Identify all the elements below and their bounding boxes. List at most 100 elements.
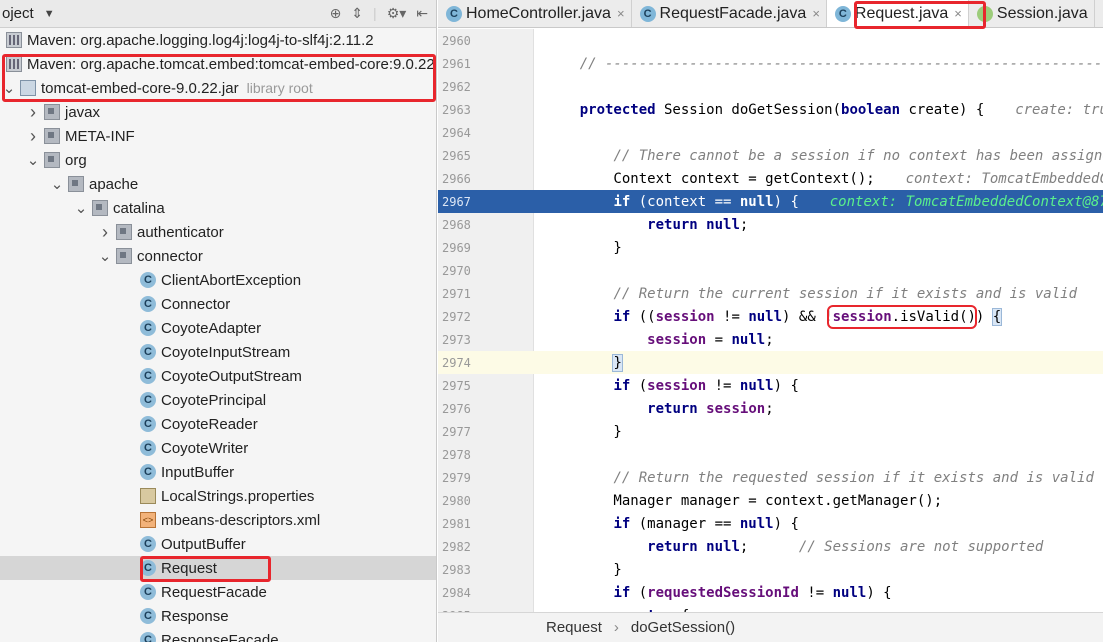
line-number[interactable]: 2984	[438, 586, 500, 600]
code-line[interactable]: 2983 }	[438, 558, 1103, 581]
code-line[interactable]: 2973 session = null;	[438, 328, 1103, 351]
chevron-down-icon[interactable]: ▼	[44, 8, 55, 20]
tree-item[interactable]: C Request	[0, 556, 436, 580]
chevron-right-icon[interactable]: ›	[26, 126, 40, 147]
line-number[interactable]: 2976	[438, 402, 500, 416]
line-number[interactable]: 2981	[438, 517, 500, 531]
close-icon[interactable]: ×	[617, 6, 625, 21]
tree-item[interactable]: C CoyotePrincipal	[0, 388, 436, 412]
editor-tab[interactable]: C HomeController.java ×	[438, 0, 632, 27]
line-number[interactable]: 2972	[438, 310, 500, 324]
line-number[interactable]: 2967	[438, 195, 500, 209]
code-line[interactable]: 2970	[438, 259, 1103, 282]
tree-item[interactable]: › authenticator	[0, 220, 436, 244]
code-line[interactable]: 2979 // Return the requested session if …	[438, 466, 1103, 489]
collapse-all-icon[interactable]: ⇕	[351, 5, 363, 22]
line-number[interactable]: 2975	[438, 379, 500, 393]
close-icon[interactable]: ×	[812, 6, 820, 21]
code-line[interactable]: 2981 if (manager == null) {	[438, 512, 1103, 535]
code-line[interactable]: 2963 protected Session doGetSession(bool…	[438, 98, 1103, 121]
tree-item[interactable]: ⌄ org	[0, 148, 436, 172]
line-number[interactable]: 2965	[438, 149, 500, 163]
tree-item[interactable]: C CoyoteInputStream	[0, 340, 436, 364]
code-line[interactable]: 2960	[438, 29, 1103, 52]
tree-item[interactable]: › META-INF	[0, 124, 436, 148]
chevron-right-icon[interactable]: ›	[98, 222, 112, 243]
tree-item[interactable]: C ResponseFacade	[0, 628, 436, 642]
tree-item[interactable]: ⌄ catalina	[0, 196, 436, 220]
tree-item[interactable]: ⌄ tomcat-embed-core-9.0.22.jar library roo…	[0, 76, 436, 100]
tree-item[interactable]: Maven: org.apache.tomcat.embed:tomcat-em…	[0, 52, 436, 76]
editor-tab[interactable]: C Request.java ×	[826, 0, 969, 27]
line-number[interactable]: 2962	[438, 80, 500, 94]
project-title[interactable]: oject	[2, 5, 34, 22]
editor-tab[interactable]: C RequestFacade.java ×	[632, 0, 827, 27]
line-number[interactable]: 2961	[438, 57, 500, 71]
code-line[interactable]: 2967 if (context == null) { context: Tom…	[438, 190, 1103, 213]
code-view[interactable]: 2960 2961 // ----------------------------…	[438, 29, 1103, 612]
tree-item[interactable]: LocalStrings.properties	[0, 484, 436, 508]
tree-item[interactable]: C Connector	[0, 292, 436, 316]
line-number[interactable]: 2974	[438, 356, 500, 370]
tree-item[interactable]: C CoyoteAdapter	[0, 316, 436, 340]
code-line[interactable]: 2974 }	[438, 351, 1103, 374]
code-line[interactable]: 2961 // --------------------------------…	[438, 52, 1103, 75]
breadcrumb-method[interactable]: doGetSession()	[631, 619, 735, 636]
line-number[interactable]: 2966	[438, 172, 500, 186]
line-number[interactable]: 2964	[438, 126, 500, 140]
tree-item[interactable]: C ClientAbortException	[0, 268, 436, 292]
line-number[interactable]: 2980	[438, 494, 500, 508]
close-icon[interactable]: ×	[954, 6, 962, 21]
code-line[interactable]: 2964	[438, 121, 1103, 144]
code-line[interactable]: 2968 return null;	[438, 213, 1103, 236]
line-number[interactable]: 2973	[438, 333, 500, 347]
code-line[interactable]: 2985 try {	[438, 604, 1103, 613]
gear-icon[interactable]: ⚙▾	[387, 5, 407, 22]
tree-item[interactable]: <> mbeans-descriptors.xml	[0, 508, 436, 532]
code-line[interactable]: 2982 return null; // Sessions are not su…	[438, 535, 1103, 558]
tree-item[interactable]: C RequestFacade	[0, 580, 436, 604]
chevron-right-icon[interactable]: ›	[26, 102, 40, 123]
line-number[interactable]: 2969	[438, 241, 500, 255]
tree-item[interactable]: C InputBuffer	[0, 460, 436, 484]
code-line[interactable]: 2962	[438, 75, 1103, 98]
tree-item[interactable]: › javax	[0, 100, 436, 124]
tree-item[interactable]: ⌄ apache	[0, 172, 436, 196]
tree-item[interactable]: C CoyoteReader	[0, 412, 436, 436]
tree-item[interactable]: C CoyoteOutputStream	[0, 364, 436, 388]
line-number[interactable]: 2960	[438, 34, 500, 48]
line-number[interactable]: 2982	[438, 540, 500, 554]
chevron-down-icon[interactable]: ⌄	[26, 151, 40, 169]
chevron-down-icon[interactable]: ⌄	[74, 199, 88, 217]
line-number[interactable]: 2963	[438, 103, 500, 117]
code-line[interactable]: 2969 }	[438, 236, 1103, 259]
hide-icon[interactable]: ⇤	[416, 5, 428, 22]
breadcrumb-class[interactable]: Request	[546, 619, 602, 636]
code-line[interactable]: 2980 Manager manager = context.getManage…	[438, 489, 1103, 512]
code-line[interactable]: 2966 Context context = getContext(); con…	[438, 167, 1103, 190]
line-number[interactable]: 2978	[438, 448, 500, 462]
chevron-down-icon[interactable]: ⌄	[98, 247, 112, 265]
line-number[interactable]: 2971	[438, 287, 500, 301]
tree-item[interactable]: C Response	[0, 604, 436, 628]
locate-icon[interactable]: ⊕	[330, 5, 342, 22]
code-line[interactable]: 2965 // There cannot be a session if no …	[438, 144, 1103, 167]
tree-item[interactable]: C OutputBuffer	[0, 532, 436, 556]
tree-item[interactable]: Maven: org.apache.logging.log4j:log4j-to…	[0, 28, 436, 52]
chevron-down-icon[interactable]: ⌄	[50, 175, 64, 193]
line-number[interactable]: 2983	[438, 563, 500, 577]
code-line[interactable]: 2975 if (session != null) {	[438, 374, 1103, 397]
code-line[interactable]: 2972 if ((session != null) && !session.i…	[438, 305, 1103, 328]
tree-item[interactable]: C CoyoteWriter	[0, 436, 436, 460]
code-line[interactable]: 2971 // Return the current session if it…	[438, 282, 1103, 305]
code-line[interactable]: 2984 if (requestedSessionId != null) {	[438, 581, 1103, 604]
code-line[interactable]: 2977 }	[438, 420, 1103, 443]
chevron-down-icon[interactable]: ⌄	[2, 79, 16, 97]
line-number[interactable]: 2979	[438, 471, 500, 485]
tree-item[interactable]: ⌄ connector	[0, 244, 436, 268]
editor-tab[interactable]: I Session.java	[969, 0, 1095, 27]
line-number[interactable]: 2977	[438, 425, 500, 439]
code-line[interactable]: 2976 return session;	[438, 397, 1103, 420]
line-number[interactable]: 2968	[438, 218, 500, 232]
code-line[interactable]: 2978	[438, 443, 1103, 466]
